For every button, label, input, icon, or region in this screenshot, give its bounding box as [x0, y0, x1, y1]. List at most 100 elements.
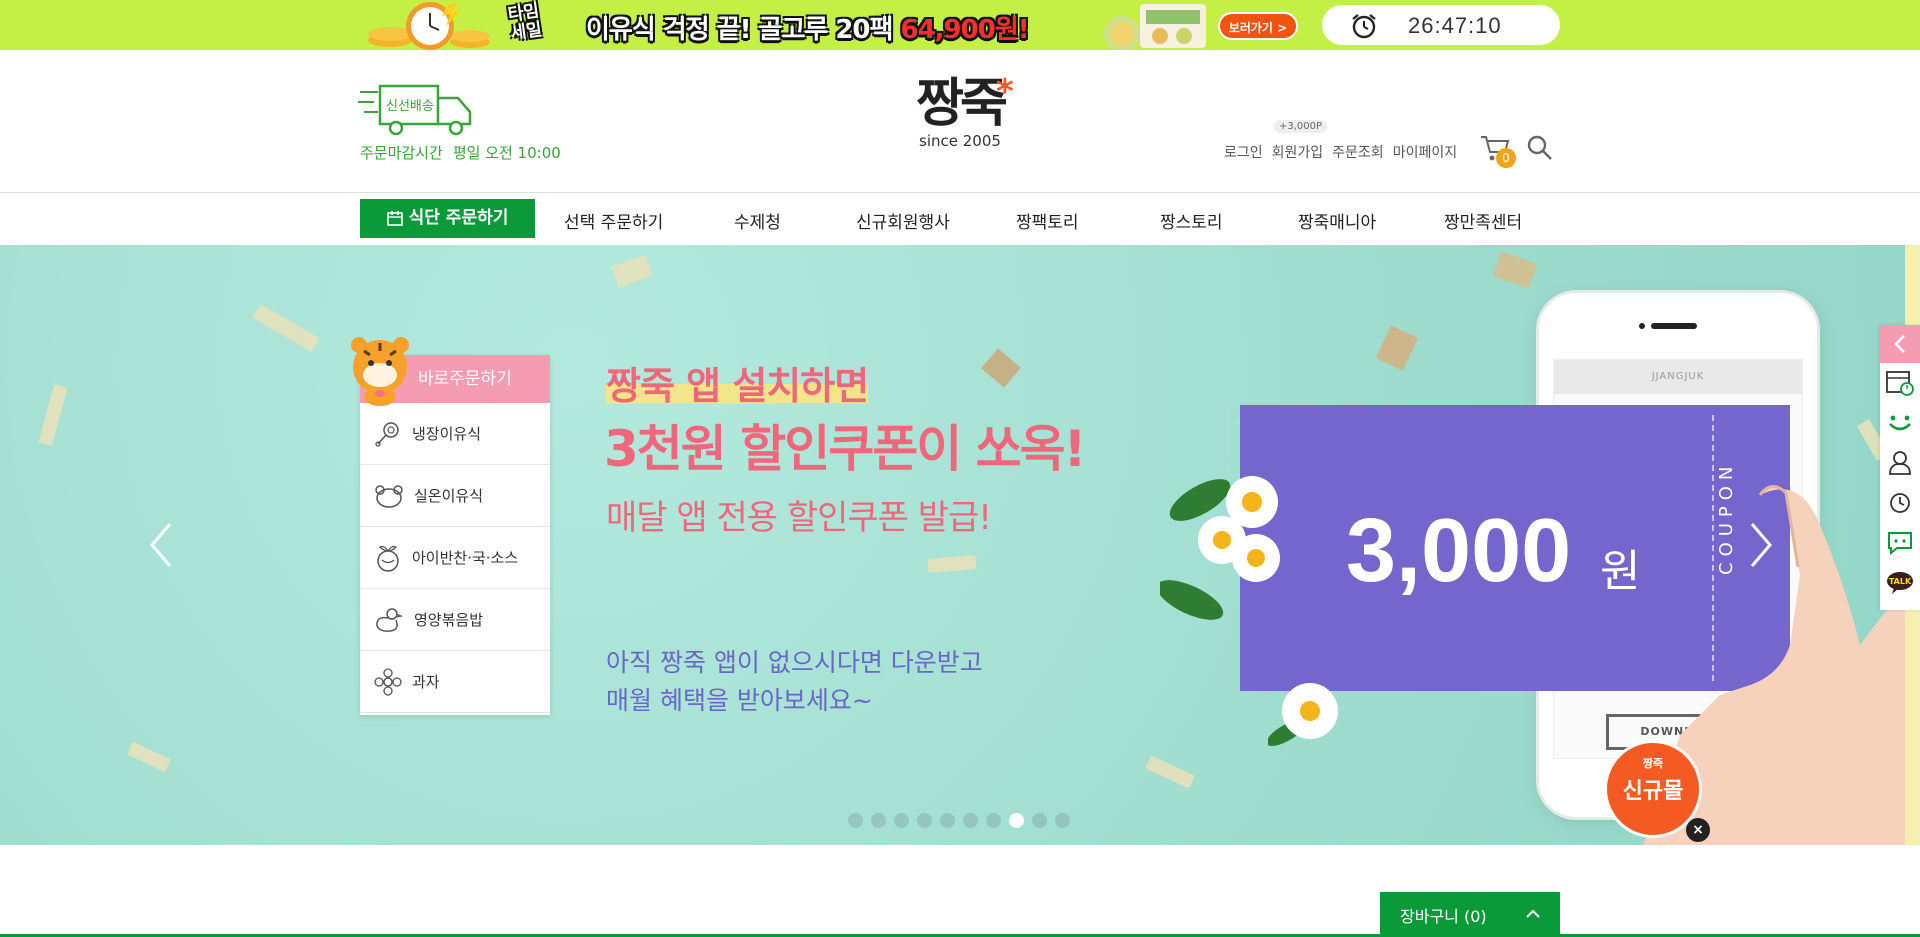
- sidebar-diet-calendar[interactable]: [1880, 363, 1920, 403]
- quick-item-fried-rice[interactable]: 영양볶음밥: [360, 589, 550, 651]
- chevron-up-icon: [1526, 909, 1540, 918]
- deadline-value: 평일 오전 10:00: [452, 144, 561, 162]
- duck-icon: [376, 607, 404, 632]
- bear-icon: [375, 484, 403, 508]
- confetti: [611, 254, 653, 288]
- quick-item-chilled-babyfood[interactable]: 냉장이유식: [360, 403, 550, 465]
- cart-bar-label: 장바구니 (0): [1400, 907, 1487, 926]
- nav-item-handmade-syrup[interactable]: 수제청: [734, 208, 781, 233]
- countdown-timer: 26:47:10: [1322, 5, 1560, 45]
- logo-star-icon: *: [996, 72, 1014, 112]
- collapse-arrow-icon: [1894, 335, 1905, 353]
- banner-headline-1: 짱죽 앱 설치하면: [606, 364, 869, 408]
- signup-point-tag: +3,000P: [1274, 120, 1328, 133]
- phone-camera: [1639, 323, 1645, 329]
- banner-subtext-1: 아직 짱죽 앱이 없으시다면 다운받고: [606, 648, 983, 677]
- quick-item-snack[interactable]: 과자: [360, 651, 550, 713]
- rattle-icon: [375, 421, 399, 447]
- slide-next-arrow-icon[interactable]: [1746, 520, 1776, 570]
- time-sale-badge: 타임 세일: [506, 1, 544, 44]
- sidebar-recent[interactable]: [1880, 483, 1920, 523]
- chat-icon: [1888, 532, 1912, 555]
- signup-link[interactable]: 회원가입: [1272, 145, 1324, 161]
- slide-dot-7[interactable]: [986, 813, 1001, 828]
- slide-dot-5[interactable]: [940, 813, 955, 828]
- order-lookup-link[interactable]: 주문조회: [1332, 145, 1384, 161]
- nav-item-select-order[interactable]: 선택 주문하기: [564, 208, 663, 233]
- slide-dot-9[interactable]: [1032, 813, 1047, 828]
- slide-dot-6[interactable]: [963, 813, 978, 828]
- sidebar-member[interactable]: [1880, 443, 1920, 483]
- slide-dot-1[interactable]: [848, 813, 863, 828]
- recent-clock-icon: [1890, 493, 1910, 513]
- diet-order-label: 식단 주문하기: [408, 208, 509, 228]
- slide-dot-2[interactable]: [871, 813, 886, 828]
- calendar-clock-icon: [1886, 371, 1914, 396]
- quick-item-side-dish[interactable]: 아이반찬·국·소스: [360, 527, 550, 589]
- slide-dot-4[interactable]: [917, 813, 932, 828]
- daisy-flower-icon: [1268, 683, 1338, 746]
- alarm-clock-coins-icon: [368, 2, 490, 50]
- apple-icon: [377, 545, 399, 572]
- truck-icon: 신선배송: [358, 84, 472, 136]
- confetti: [981, 348, 1021, 388]
- confetti: [127, 741, 171, 773]
- daisy-flowers-icon: [1160, 476, 1280, 620]
- main-nav: 식단 주문하기 선택 주문하기 수제청 신규회원행사 짱팩토리 짱스토리 짱죽매…: [0, 194, 1920, 244]
- nav-item-satisfaction-center[interactable]: 짱만족센터: [1444, 208, 1522, 233]
- phone-speaker: [1651, 323, 1697, 329]
- promo-topbar[interactable]: 타임 세일 이유식 걱정 끝! 골고루 20팩 64,900원! 보러가기 > 2…: [0, 0, 1920, 50]
- kakao-talk-label: TALK: [1889, 577, 1912, 586]
- banner-headline-2: 3천원 할인쿠폰이 쏘옥!: [604, 420, 1086, 478]
- banner-headline-3: 매달 앱 전용 할인쿠폰 발급!: [606, 498, 992, 538]
- quick-item-roomtemp-babyfood[interactable]: 실온이유식: [360, 465, 550, 527]
- promo-headline: 이유식 걱정 끝! 골고루 20팩 64,900원!: [586, 15, 1030, 45]
- countdown-time: 26:47:10: [1408, 13, 1502, 38]
- cart-count-badge: 0: [1496, 148, 1516, 168]
- new-mall-small-text: 짱죽: [1642, 757, 1664, 770]
- kakao-talk-icon: TALK: [1887, 572, 1913, 594]
- confetti: [252, 304, 320, 352]
- new-mall-close-button[interactable]: ×: [1686, 818, 1710, 842]
- confetti: [1375, 325, 1419, 371]
- slide-dot-3[interactable]: [894, 813, 909, 828]
- login-link[interactable]: 로그인: [1224, 145, 1263, 161]
- sidebar-toggle[interactable]: [1880, 325, 1920, 363]
- coupon-unit: 원: [1600, 546, 1641, 597]
- slide-prev-arrow-icon[interactable]: [146, 520, 176, 570]
- tiger-mascot-icon: [351, 337, 409, 406]
- flower-icon: [374, 667, 402, 696]
- confetti: [1145, 755, 1195, 789]
- alarm-clock-icon: [1352, 14, 1376, 39]
- site-header: 신선배송 주문마감시간 평일 오전 10:00 짱죽 * since 2005 +…: [0, 50, 1920, 193]
- slide-dot-8[interactable]: [1009, 813, 1024, 828]
- cart-bar[interactable]: 장바구니 (0): [1380, 892, 1560, 937]
- order-deadline: 주문마감시간 평일 오전 10:00: [360, 142, 571, 163]
- person-icon: [1889, 451, 1911, 475]
- right-quick-sidebar: TALK: [1880, 325, 1920, 610]
- sidebar-kakao[interactable]: TALK: [1880, 563, 1920, 603]
- coupon-amount: 3,000: [1346, 501, 1572, 601]
- promo-price: 64,900원!: [900, 15, 1030, 45]
- search-icon[interactable]: [1526, 134, 1554, 162]
- cart-button[interactable]: 0: [1480, 134, 1516, 168]
- sidebar-chat[interactable]: [1880, 523, 1920, 563]
- slide-dot-10[interactable]: [1055, 813, 1070, 828]
- nav-item-story[interactable]: 짱스토리: [1160, 208, 1223, 233]
- sidebar-review[interactable]: [1880, 403, 1920, 443]
- confetti: [927, 554, 977, 574]
- slide-pagination: [848, 813, 1070, 829]
- mypage-link[interactable]: 마이페이지: [1393, 145, 1457, 161]
- nav-item-mania[interactable]: 짱죽매니아: [1298, 208, 1376, 233]
- diet-order-button[interactable]: 식단 주문하기: [360, 199, 535, 238]
- confetti: [38, 384, 68, 446]
- promo-view-button[interactable]: 보러가기 >: [1218, 12, 1298, 40]
- quick-order-menu: 바로주문하기 냉장이유식 실온이유식 아이반찬·국·소스 영양볶음밥 과자: [351, 337, 550, 715]
- smile-icon: [1889, 415, 1911, 431]
- site-logo[interactable]: 짱죽 * since 2005: [900, 72, 1020, 172]
- calendar-icon: [386, 211, 403, 226]
- truck-label: 신선배송: [386, 99, 434, 114]
- new-mall-text: 신규몰: [1622, 779, 1684, 804]
- nav-item-new-member[interactable]: 신규회원행사: [856, 208, 950, 233]
- nav-item-factory[interactable]: 짱팩토리: [1016, 208, 1079, 233]
